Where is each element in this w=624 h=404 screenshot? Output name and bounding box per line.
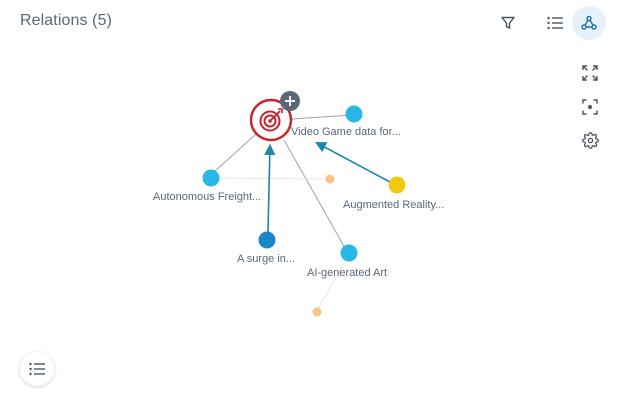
node-label-augmented: Augmented Reality...	[343, 199, 444, 211]
node-autonomous[interactable]	[202, 169, 220, 187]
node-ai-art[interactable]	[340, 244, 358, 262]
node-surge[interactable]	[258, 231, 276, 249]
add-node-button[interactable]	[280, 91, 300, 111]
arrow-surge-center	[264, 143, 276, 233]
node-augmented[interactable]	[388, 176, 406, 194]
node-label-video-game: Video Game data for...	[291, 126, 401, 138]
small-node[interactable]	[312, 307, 322, 317]
edge-center-autonomous	[213, 133, 257, 173]
node-label-ai-art: AI-generated Art	[307, 267, 387, 279]
edge-center-videogame	[291, 114, 353, 120]
node-video-game[interactable]	[345, 105, 363, 123]
edge-autonomous-small	[217, 177, 330, 180]
node-label-surge: A surge in...	[237, 253, 295, 265]
list-icon	[29, 362, 45, 376]
list-toggle-button[interactable]	[20, 352, 54, 386]
relation-graph: Video Game data for... Autonomous Freigh…	[153, 91, 444, 317]
edge-center-aiart	[283, 139, 346, 249]
small-node[interactable]	[325, 174, 335, 184]
node-label-autonomous: Autonomous Freight...	[153, 191, 261, 203]
